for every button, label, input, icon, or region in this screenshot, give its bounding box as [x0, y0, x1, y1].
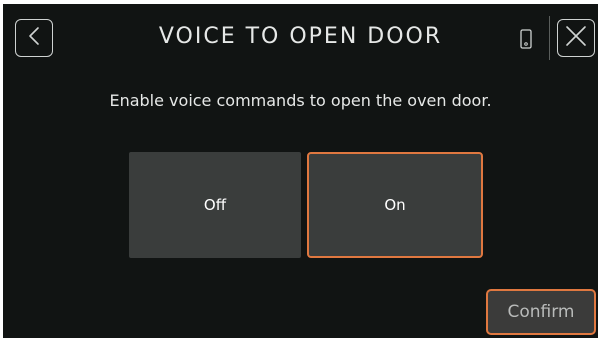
- close-icon: [565, 25, 587, 52]
- close-button[interactable]: [557, 19, 595, 57]
- page-title: VOICE TO OPEN DOOR: [158, 24, 443, 49]
- option-on-label: On: [384, 196, 406, 214]
- confirm-button[interactable]: Confirm: [486, 289, 596, 335]
- option-off-button[interactable]: Off: [129, 152, 301, 258]
- header-divider: [549, 16, 550, 60]
- phone-icon: [519, 28, 533, 50]
- option-off-label: Off: [203, 196, 227, 214]
- option-on-button[interactable]: On: [307, 152, 483, 258]
- confirm-label: Confirm: [507, 302, 575, 322]
- oven-screen: VOICE TO OPEN DOOR Enable voice commands…: [3, 4, 598, 338]
- description-text: Enable voice commands to open the oven d…: [109, 91, 492, 110]
